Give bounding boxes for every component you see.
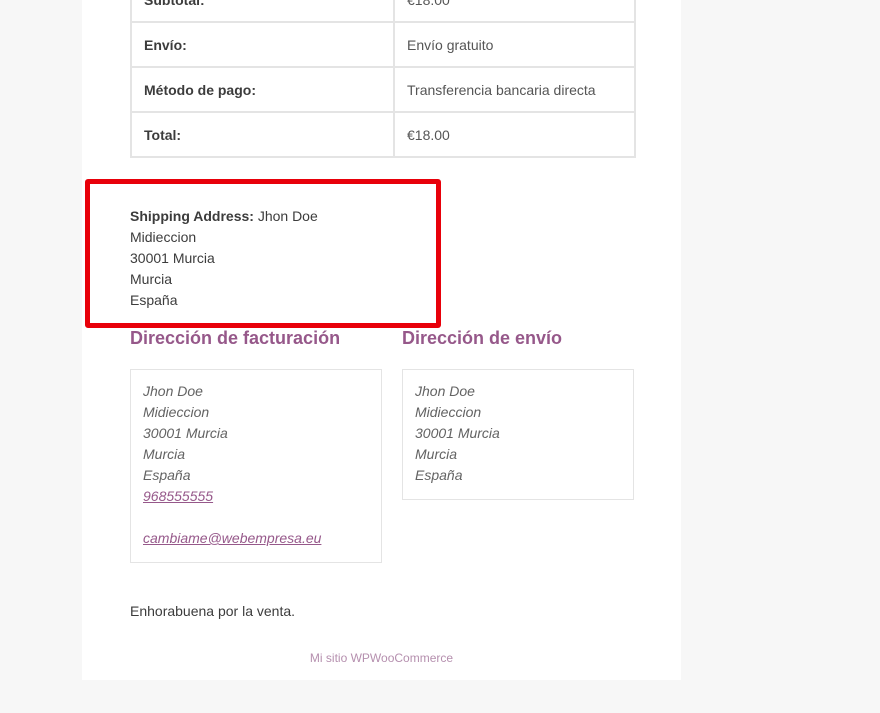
closing-message: Enhorabuena por la venta. — [130, 603, 296, 619]
billing-line: Jhon Doe — [143, 383, 203, 399]
shipping-line: España — [415, 467, 463, 483]
shipping-address-name-line: Shipping Address: Jhon Doe — [130, 206, 318, 227]
billing-address-title: Dirección de facturación — [130, 328, 341, 348]
totals-value: €18.00 — [393, 111, 636, 158]
billing-phone-link[interactable]: 968555555 — [143, 488, 213, 504]
billing-line: España — [143, 467, 191, 483]
billing-line: Midieccion — [143, 404, 210, 420]
shipping-line: 30001 Murcia — [415, 425, 500, 441]
shipping-address-box: Jhon Doe Midieccion 30001 Murcia Murcia … — [402, 369, 634, 500]
table-row: Total: €18.00 — [130, 111, 636, 158]
totals-label: Subtotal: — [130, 0, 395, 23]
shipping-line: Midieccion — [415, 404, 482, 420]
billing-line: Murcia — [143, 446, 186, 462]
billing-line: 30001 Murcia — [143, 425, 228, 441]
shipping-address-title: Dirección de envío — [402, 328, 563, 348]
billing-email-link[interactable]: cambiame@webempresa.eu — [143, 530, 321, 546]
totals-label: Total: — [130, 111, 395, 158]
shipping-address-name: Jhon Doe — [257, 208, 318, 224]
billing-address-box: Jhon Doe Midieccion 30001 Murcia Murcia … — [130, 369, 382, 563]
totals-label: Envío: — [130, 21, 395, 68]
shipping-address-line: Midieccion — [130, 229, 197, 245]
shipping-address-line: Murcia — [130, 271, 173, 287]
shipping-address-line: 30001 Murcia — [130, 250, 215, 266]
shipping-line: Jhon Doe — [415, 383, 475, 399]
shipping-line: Murcia — [415, 446, 458, 462]
footer-site-name: Mi sitio WPWooCommerce — [309, 651, 454, 665]
table-row: Método de pago: Transferencia bancaria d… — [130, 66, 636, 113]
table-row: Subtotal: €18.00 — [130, 0, 636, 23]
shipping-address-block: Shipping Address: Jhon Doe Midieccion 30… — [130, 206, 318, 311]
totals-value: Envío gratuito — [393, 21, 636, 68]
order-totals-table: Subtotal: €18.00 Envío: Envío gratuito M… — [130, 0, 636, 158]
totals-value: €18.00 — [393, 0, 636, 23]
totals-value: Transferencia bancaria directa — [393, 66, 636, 113]
shipping-address-line: España — [130, 292, 178, 308]
shipping-address-label: Shipping Address: — [130, 208, 254, 224]
table-row: Envío: Envío gratuito — [130, 21, 636, 68]
totals-label: Método de pago: — [130, 66, 395, 113]
